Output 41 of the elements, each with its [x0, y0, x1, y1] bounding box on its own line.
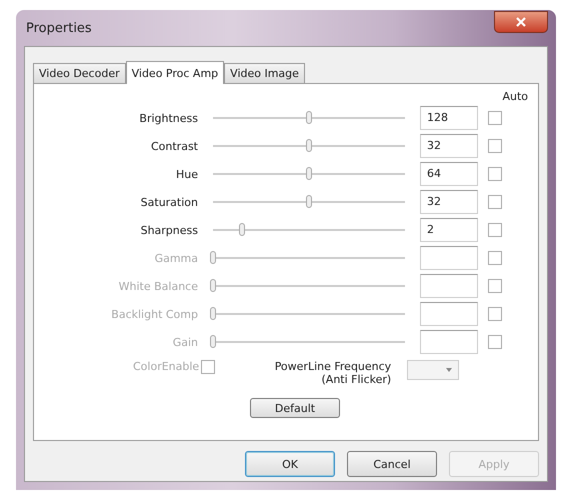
value-field[interactable]: 128 [420, 106, 478, 130]
slider-thumb[interactable] [306, 139, 312, 152]
control-label: Gain [172, 336, 198, 348]
dialog-button[interactable]: OK [245, 451, 335, 477]
value-field[interactable] [420, 302, 478, 326]
powerline-label: PowerLine Frequency (Anti Flicker) [274, 360, 392, 386]
control-label: Backlight Comp [110, 308, 198, 320]
auto-checkbox[interactable] [488, 167, 502, 181]
slider-thumb[interactable] [306, 195, 312, 208]
slider-thumb[interactable] [306, 111, 312, 124]
value-field[interactable]: 2 [420, 218, 478, 242]
auto-checkbox[interactable] [488, 139, 502, 153]
value-field[interactable] [420, 330, 478, 354]
value-field[interactable]: 64 [420, 162, 478, 186]
dropdown-caret-icon [446, 368, 452, 372]
default-button[interactable]: Default [250, 398, 340, 418]
value-field[interactable]: 32 [420, 190, 478, 214]
column-header: Auto [502, 90, 528, 104]
color-enable-label: ColorEnable [133, 360, 200, 373]
close-button[interactable] [494, 11, 548, 33]
value-field[interactable]: 32 [420, 134, 478, 158]
control-label: Saturation [140, 196, 198, 208]
auto-checkbox[interactable] [488, 111, 502, 125]
auto-checkbox[interactable] [488, 195, 502, 209]
dialog-button[interactable]: Cancel [347, 451, 437, 477]
control-label: Contrast [150, 140, 198, 152]
close-icon [516, 17, 526, 27]
auto-checkbox[interactable] [488, 223, 502, 237]
value-field[interactable] [420, 246, 478, 270]
control-label: Hue [174, 168, 198, 180]
tab[interactable]: Video Image [224, 63, 305, 83]
control-label: Gamma [154, 252, 198, 264]
value-field[interactable] [420, 274, 478, 298]
control-label: White Balance [118, 280, 198, 292]
slider-thumb[interactable] [238, 223, 245, 236]
tab[interactable]: Video Decoder [33, 63, 126, 83]
slider-thumb[interactable] [306, 167, 312, 180]
control-label: Brightness [138, 112, 198, 124]
tab[interactable]: Video Proc Amp [126, 61, 224, 84]
window-title: Properties [25, 20, 92, 36]
control-label: Sharpness [140, 224, 198, 236]
